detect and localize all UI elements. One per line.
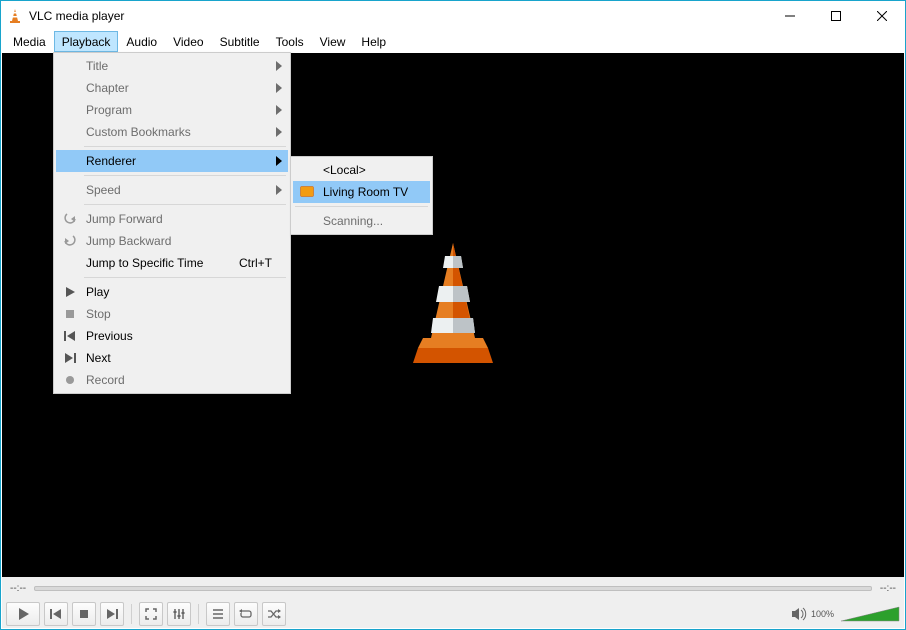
menu-item-play[interactable]: Play: [56, 281, 288, 303]
volume-percent: 100%: [811, 609, 834, 619]
menu-separator: [295, 206, 428, 207]
speaker-icon[interactable]: [791, 607, 807, 621]
menu-separator: [84, 277, 286, 278]
stop-icon: [62, 306, 78, 322]
submenu-arrow-icon: [276, 156, 282, 166]
menu-item-title[interactable]: Title: [56, 55, 288, 77]
renderer-submenu: <Local> Living Room TV Scanning...: [290, 156, 433, 235]
next-button[interactable]: [100, 602, 124, 626]
menu-item-program[interactable]: Program: [56, 99, 288, 121]
submenu-arrow-icon: [276, 105, 282, 115]
app-icon: [7, 8, 23, 24]
previous-icon: [62, 328, 78, 344]
record-icon: [62, 372, 78, 388]
menu-item-renderer[interactable]: Renderer: [56, 150, 288, 172]
menu-item-speed[interactable]: Speed: [56, 179, 288, 201]
jump-backward-icon: [62, 233, 78, 249]
ext-settings-button[interactable]: [167, 602, 191, 626]
titlebar: VLC media player: [1, 1, 905, 31]
menu-item-stop[interactable]: Stop: [56, 303, 288, 325]
menu-help[interactable]: Help: [353, 31, 394, 52]
submenu-arrow-icon: [276, 127, 282, 137]
loop-button[interactable]: [234, 602, 258, 626]
submenu-item-local[interactable]: <Local>: [293, 159, 430, 181]
time-elapsed: --:--: [10, 583, 26, 594]
close-button[interactable]: [859, 1, 905, 31]
menu-video[interactable]: Video: [165, 31, 211, 52]
play-icon: [62, 284, 78, 300]
stop-button[interactable]: [72, 602, 96, 626]
separator: [131, 604, 132, 624]
menu-audio[interactable]: Audio: [118, 31, 165, 52]
fullscreen-button[interactable]: [139, 602, 163, 626]
menu-separator: [84, 175, 286, 176]
volume-slider[interactable]: [840, 605, 900, 623]
menu-item-bookmarks[interactable]: Custom Bookmarks: [56, 121, 288, 143]
window-controls: [767, 1, 905, 31]
jump-forward-icon: [62, 211, 78, 227]
menu-item-previous[interactable]: Previous: [56, 325, 288, 347]
submenu-arrow-icon: [276, 61, 282, 71]
time-total: --:--: [880, 583, 896, 594]
menu-playback[interactable]: Playback: [54, 31, 119, 52]
menu-media[interactable]: Media: [5, 31, 54, 52]
cast-icon: [299, 184, 315, 200]
prev-button[interactable]: [44, 602, 68, 626]
menu-tools[interactable]: Tools: [268, 31, 312, 52]
playlist-button[interactable]: [206, 602, 230, 626]
submenu-item-living-room[interactable]: Living Room TV: [293, 181, 430, 203]
submenu-item-scanning: Scanning...: [293, 210, 430, 232]
playback-dropdown: Title Chapter Program Custom Bookmarks R…: [53, 52, 291, 394]
menu-item-chapter[interactable]: Chapter: [56, 77, 288, 99]
play-button[interactable]: [6, 602, 40, 626]
seek-slider[interactable]: [34, 586, 872, 591]
window-title: VLC media player: [29, 9, 124, 23]
progress-bar: --:-- --:--: [2, 577, 904, 599]
menu-item-jump-backward[interactable]: Jump Backward: [56, 230, 288, 252]
menu-item-jump-specific[interactable]: Jump to Specific Time Ctrl+T: [56, 252, 288, 274]
controls-toolbar: 100%: [2, 599, 904, 628]
menu-item-record[interactable]: Record: [56, 369, 288, 391]
vlc-cone-logo: [393, 238, 513, 378]
next-icon: [62, 350, 78, 366]
shuffle-button[interactable]: [262, 602, 286, 626]
shortcut-label: Ctrl+T: [239, 256, 272, 270]
menu-item-next[interactable]: Next: [56, 347, 288, 369]
menu-subtitle[interactable]: Subtitle: [212, 31, 268, 52]
submenu-arrow-icon: [276, 185, 282, 195]
menubar: Media Playback Audio Video Subtitle Tool…: [1, 31, 905, 52]
maximize-button[interactable]: [813, 1, 859, 31]
separator: [198, 604, 199, 624]
menu-separator: [84, 146, 286, 147]
minimize-button[interactable]: [767, 1, 813, 31]
menu-view[interactable]: View: [312, 31, 354, 52]
menu-separator: [84, 204, 286, 205]
submenu-arrow-icon: [276, 83, 282, 93]
menu-item-jump-forward[interactable]: Jump Forward: [56, 208, 288, 230]
